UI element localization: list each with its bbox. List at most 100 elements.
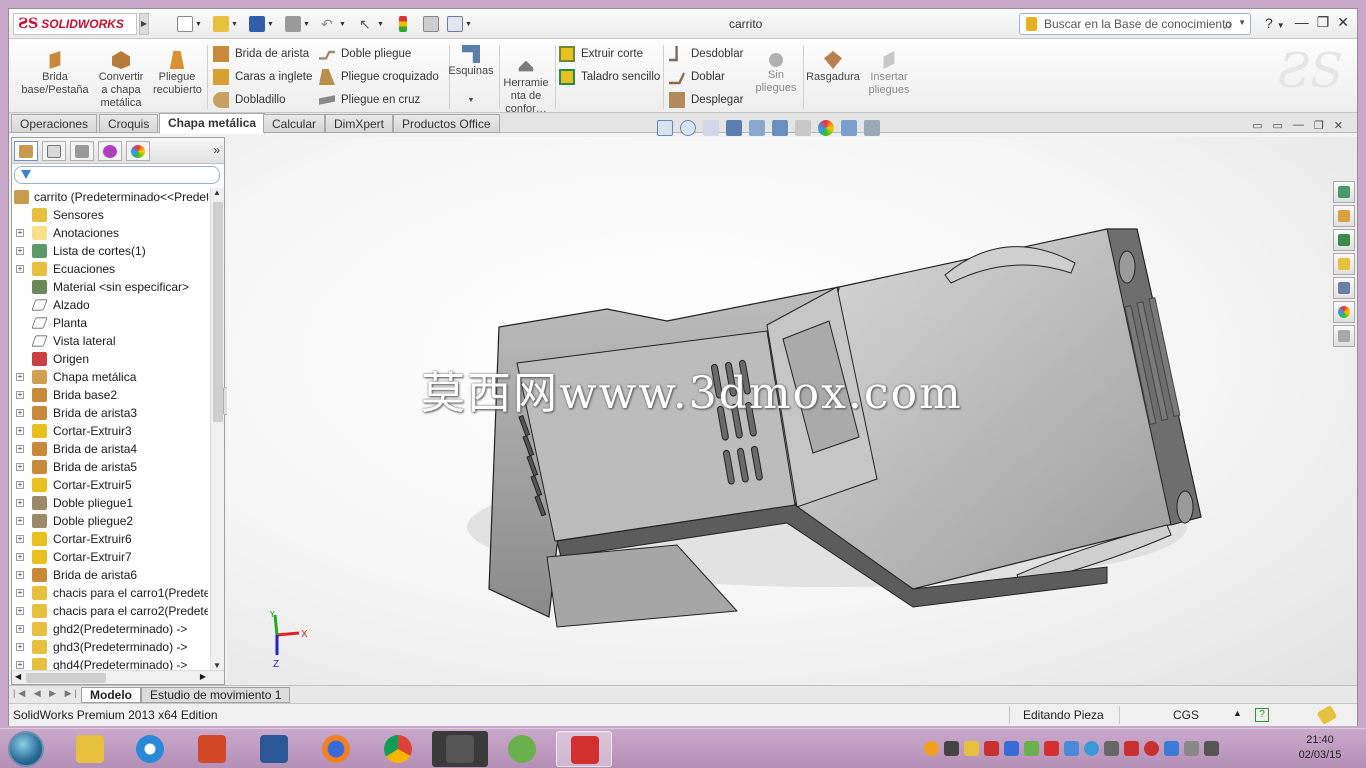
tag-icon[interactable]: [1316, 704, 1338, 726]
system-clock[interactable]: 21:40 02/03/15: [1292, 733, 1348, 763]
viewport-minimize-icon[interactable]: —: [1293, 119, 1304, 132]
tree-item[interactable]: Alzado: [12, 296, 208, 314]
tab-dimxpert-manager[interactable]: [98, 141, 122, 161]
taskbar-internet-explorer[interactable]: [122, 731, 178, 767]
tab-navigation-arrows[interactable]: |◀ ◀ ▶ ▶|: [13, 688, 80, 699]
tree-horizontal-scrollbar[interactable]: ◀ ▶: [12, 670, 224, 684]
expand-icon[interactable]: +: [16, 607, 24, 615]
edit-appearance-icon[interactable]: [818, 120, 834, 136]
expand-icon[interactable]: +: [16, 499, 24, 507]
hide-show-items-icon[interactable]: [795, 120, 811, 136]
tab-feature-manager[interactable]: [14, 141, 38, 161]
expand-icon[interactable]: +: [16, 265, 24, 273]
chevron-down-icon[interactable]: ▼: [1238, 18, 1246, 27]
simple-hole-button[interactable]: Taladro sencillo: [559, 68, 660, 86]
expand-icon[interactable]: +: [16, 481, 24, 489]
view-orientation-icon[interactable]: [749, 120, 765, 136]
unfold-button[interactable]: Desdoblar: [669, 45, 743, 63]
scroll-thumb[interactable]: [213, 202, 223, 422]
volume-icon[interactable]: [1204, 741, 1219, 756]
tray-gc-icon[interactable]: [944, 741, 959, 756]
viewport-restore-icon[interactable]: ❐: [1314, 119, 1324, 132]
tree-item[interactable]: + Brida base2: [12, 386, 208, 404]
tray-solidworks-icon[interactable]: [1044, 741, 1059, 756]
extruded-cut-button[interactable]: Extruir corte: [559, 45, 643, 63]
tree-item[interactable]: + Ecuaciones: [12, 260, 208, 278]
task-pane-file-explorer[interactable]: [1333, 253, 1355, 275]
expand-icon[interactable]: +: [16, 571, 24, 579]
tree-item[interactable]: Planta: [12, 314, 208, 332]
taskbar-file-explorer[interactable]: [62, 731, 118, 767]
tree-item[interactable]: + Brida de arista5: [12, 458, 208, 476]
display-style-icon[interactable]: [772, 120, 788, 136]
tray-battery-alert-icon[interactable]: [1144, 741, 1159, 756]
print-button[interactable]: ▼: [285, 15, 310, 33]
tree-item[interactable]: + Brida de arista3: [12, 404, 208, 422]
tree-item[interactable]: + Doble pliegue1: [12, 494, 208, 512]
tab-property-manager[interactable]: [42, 141, 66, 161]
close-button[interactable]: ✕: [1337, 14, 1349, 31]
hem-button[interactable]: Dobladillo: [213, 91, 286, 109]
viewport-close-icon[interactable]: ✕: [1334, 119, 1343, 132]
taskbar-gc[interactable]: [432, 731, 488, 767]
tab-motion-study[interactable]: Estudio de movimiento 1: [141, 687, 291, 703]
tab-chapa-metalica[interactable]: Chapa metálica: [159, 113, 266, 134]
expand-icon[interactable]: +: [16, 463, 24, 471]
tab-configuration-manager[interactable]: [70, 141, 94, 161]
tree-item[interactable]: + Chapa metálica: [12, 368, 208, 386]
tab-calcular[interactable]: Calcular: [263, 114, 326, 133]
tree-item[interactable]: + ghd3(Predeterminado) ->: [12, 638, 208, 656]
new-button[interactable]: ▼: [177, 15, 202, 33]
zoom-to-fit-icon[interactable]: [657, 120, 673, 136]
miter-flange-button[interactable]: Caras a inglete: [213, 68, 312, 86]
tray-antivirus-icon[interactable]: [984, 741, 999, 756]
tree-item[interactable]: Origen: [12, 350, 208, 368]
expand-icon[interactable]: +: [16, 535, 24, 543]
rip-button[interactable]: Rasgadura: [805, 51, 861, 84]
lofted-bend-button[interactable]: Pliegue recubierto: [153, 51, 202, 97]
search-icon[interactable]: ⌕: [1224, 16, 1232, 33]
tray-app-icon[interactable]: [924, 741, 939, 756]
save-button[interactable]: ▼: [249, 15, 274, 33]
scroll-down-icon[interactable]: ▼: [213, 661, 221, 670]
task-pane-design-library[interactable]: [1333, 229, 1355, 251]
scroll-up-icon[interactable]: ▲: [213, 188, 221, 197]
open-button[interactable]: ▼: [213, 15, 238, 33]
help-status-icon[interactable]: ?: [1255, 708, 1269, 722]
collapse-panel-icon[interactable]: »: [213, 143, 220, 157]
no-bends-button[interactable]: Sin pliegues: [755, 53, 797, 95]
tree-item[interactable]: Sensores: [12, 206, 208, 224]
task-pane-view-palette[interactable]: [1333, 277, 1355, 299]
task-pane-resources[interactable]: [1333, 181, 1355, 203]
tree-item[interactable]: + chacis para el carro1(Predeterminado>: [12, 584, 208, 602]
taskbar-solidworks[interactable]: [556, 731, 612, 767]
convert-sheet-metal-button[interactable]: Convertir a chapa metálica: [93, 51, 149, 110]
solidworks-logo[interactable]: ƧS SOLIDWORKS: [13, 13, 137, 35]
expand-icon[interactable]: +: [16, 427, 24, 435]
tree-item[interactable]: + Lista de cortes(1): [12, 242, 208, 260]
tray-warning-icon[interactable]: [964, 741, 979, 756]
tree-root-part[interactable]: carrito (Predeterminado<<Predeterminado>…: [12, 188, 208, 206]
expand-icon[interactable]: +: [16, 553, 24, 561]
jog-button[interactable]: Doble pliegue: [319, 45, 411, 63]
taskbar-powerpoint[interactable]: [184, 731, 240, 767]
options-button[interactable]: ▼: [447, 15, 472, 33]
tab-display-manager[interactable]: [126, 141, 150, 161]
tray-power-icon[interactable]: [1184, 741, 1199, 756]
tree-item[interactable]: Vista lateral: [12, 332, 208, 350]
expand-icon[interactable]: +: [16, 643, 24, 651]
tab-croquis[interactable]: Croquis: [99, 114, 159, 133]
sketched-bend-button[interactable]: Pliegue croquizado: [319, 68, 439, 86]
file-properties-button[interactable]: [423, 15, 439, 33]
taskbar-utorrent[interactable]: [494, 731, 550, 767]
start-button[interactable]: [8, 731, 44, 767]
rebuild-button[interactable]: [399, 15, 407, 33]
tray-network-icon[interactable]: [1164, 741, 1179, 756]
task-pane-custom-properties[interactable]: [1333, 325, 1355, 347]
expand-icon[interactable]: +: [16, 391, 24, 399]
minimize-button[interactable]: —: [1295, 14, 1309, 31]
tab-operaciones[interactable]: Operaciones: [11, 114, 98, 133]
tab-productos-office[interactable]: Productos Office: [393, 114, 500, 133]
tree-item[interactable]: + Doble pliegue2: [12, 512, 208, 530]
taskbar-firefox[interactable]: [308, 731, 364, 767]
